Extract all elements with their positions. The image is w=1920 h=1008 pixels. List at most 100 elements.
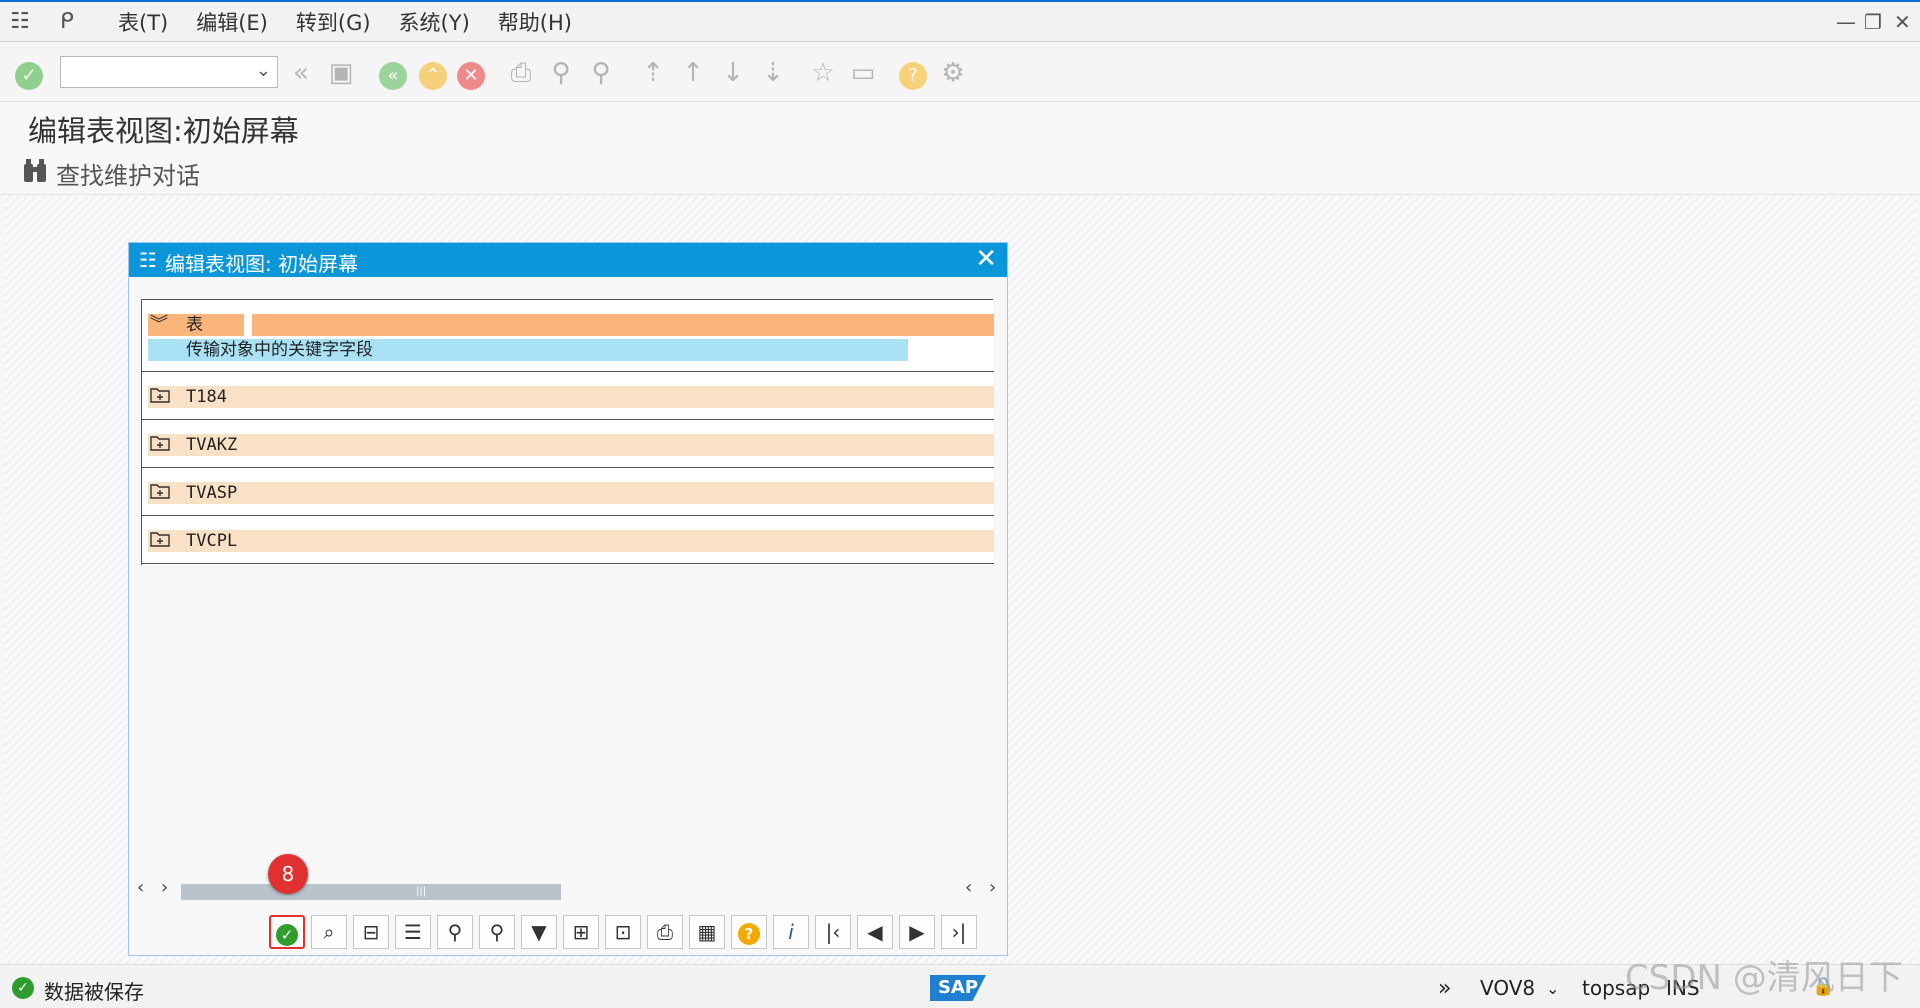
find-next-button[interactable]: ⚲ <box>479 915 515 949</box>
dialog-title: 编辑表视图: 初始屏幕 <box>165 252 359 276</box>
last-button[interactable]: ›| <box>941 915 977 949</box>
print-button[interactable]: ⎙ <box>647 915 683 949</box>
find-icon[interactable]: ⚲ <box>544 56 578 90</box>
tree-item-name: TVASP <box>186 483 238 503</box>
collapse-all-button[interactable]: ⊟ <box>353 915 389 949</box>
folder-plus-icon[interactable] <box>150 435 170 451</box>
magnifier-page-icon: ⌕ <box>323 920 335 944</box>
menu-edit[interactable]: 编辑(E) <box>196 7 268 37</box>
next-button[interactable]: ▶ <box>899 915 935 949</box>
enter-icon[interactable]: ✓ <box>12 56 46 90</box>
exit-icon[interactable]: ⌃ <box>416 56 450 90</box>
root-highlight-extension <box>252 314 994 336</box>
expand-all-button[interactable]: ☰ <box>395 915 431 949</box>
success-icon: ✓ <box>12 977 34 999</box>
collapse-subtree-button[interactable]: ⊡ <box>605 915 641 949</box>
previous-button[interactable]: ◀ <box>857 915 893 949</box>
tree-root-node[interactable]: ︾ 表 传输对象中的关键字字段 <box>142 300 994 372</box>
menu-goto[interactable]: 转到(G) <box>296 7 371 37</box>
object-tree: ︾ 表 传输对象中的关键字字段 T184 TVAKZ TVASP TVCPL <box>141 299 994 565</box>
print-icon[interactable]: ⎙ <box>504 56 538 90</box>
tree-item[interactable]: T184 <box>142 372 994 420</box>
first-page-icon[interactable]: ⇡ <box>636 56 670 90</box>
chevron-right-icon[interactable]: › <box>161 877 168 898</box>
tree-item-highlight <box>148 482 994 504</box>
step-badge: 8 <box>268 854 308 894</box>
save-icon[interactable]: ▣ <box>324 56 358 90</box>
folder-plus-icon[interactable] <box>150 531 170 547</box>
chevron-left-icon[interactable]: ‹ <box>965 877 972 898</box>
close-window-icon[interactable]: ✕ <box>1894 10 1911 34</box>
details-button[interactable]: ⌕ <box>311 915 347 949</box>
tree-root-label: 表 <box>186 315 203 335</box>
horizontal-scrollbar[interactable]: ‹ › ||| ‹ › <box>129 877 1007 901</box>
previous-icon: ◀ <box>867 920 883 944</box>
printer-icon: ⎙ <box>657 920 673 944</box>
find-button[interactable]: ⚲ <box>437 915 473 949</box>
close-icon[interactable]: ✕ <box>975 244 997 274</box>
previous-page-icon[interactable]: ↑ <box>676 56 710 90</box>
last-page-icon[interactable]: ⇣ <box>756 56 790 90</box>
info-button[interactable]: i <box>773 915 809 949</box>
cancel-icon[interactable]: ✕ <box>454 56 488 90</box>
gear-icon[interactable]: ⚙ <box>936 56 970 90</box>
binoculars-plus-icon: ⚲ <box>489 920 505 944</box>
menu-help[interactable]: 帮助(H) <box>498 7 572 37</box>
dialog-icon: ☷ <box>139 248 157 272</box>
folder-plus-icon[interactable] <box>150 387 170 403</box>
next-icon: ▶ <box>909 920 925 944</box>
tree-item-name: T184 <box>186 387 227 407</box>
back-icon[interactable]: « <box>376 56 410 90</box>
filter-button[interactable]: ▼ <box>521 915 557 949</box>
binoculars-icon: ⚲ <box>447 920 463 944</box>
application-toolbar: 查找维护对话 <box>0 148 1920 195</box>
tree-item[interactable]: TVCPL <box>142 516 994 564</box>
sap-logo: SAP <box>930 975 986 1001</box>
restore-icon[interactable]: ❐ <box>1864 10 1882 34</box>
expand-icon: ☰ <box>404 920 422 944</box>
help-icon[interactable]: ? <box>896 56 930 90</box>
status-message: 数据被保存 <box>44 980 144 1004</box>
menu-system[interactable]: 系统(Y) <box>399 7 470 37</box>
expand-status-icon[interactable]: » <box>1438 976 1451 1001</box>
command-field[interactable]: ⌄ <box>60 56 278 88</box>
next-page-icon[interactable]: ↓ <box>716 56 750 90</box>
collapse-icon: ⊟ <box>362 920 380 944</box>
system-menu-icon[interactable]: ᑭ <box>60 9 90 34</box>
continue-button[interactable]: ✓ <box>269 915 305 949</box>
tree-item[interactable]: TVAKZ <box>142 420 994 468</box>
folder-plus-icon[interactable] <box>150 483 170 499</box>
find-next-icon[interactable]: ⚲ <box>584 56 618 90</box>
menu-bar: ☷ ᑭ 表(T) 编辑(E) 转到(G) 系统(Y) 帮助(H) — ❐ ✕ <box>0 0 1920 42</box>
scrollbar-thumb[interactable]: ||| <box>181 884 561 900</box>
expand-subtree-button[interactable]: ⊞ <box>563 915 599 949</box>
collapse-left-icon[interactable]: « <box>284 56 318 90</box>
first-button[interactable]: |‹ <box>815 915 851 949</box>
table-button[interactable]: ▦ <box>689 915 725 949</box>
help-icon: ? <box>738 922 760 945</box>
info-icon: i <box>788 920 794 944</box>
checkmark-icon: ✓ <box>276 923 298 946</box>
last-page-icon: ›| <box>951 920 967 944</box>
help-button[interactable]: ? <box>731 915 767 949</box>
watermark: CSDN @清风日下 <box>1625 958 1903 998</box>
tree-item-highlight <box>148 386 994 408</box>
table-icon: ▦ <box>697 920 717 944</box>
tree-item[interactable]: TVASP <box>142 468 994 516</box>
shortcut-icon[interactable]: ▭ <box>846 56 880 90</box>
double-chevron-down-icon[interactable]: ︾ <box>150 314 168 336</box>
edit-table-view-dialog: ☷ 编辑表视图: 初始屏幕 ✕ ︾ 表 传输对象中的关键字字段 T184 TVA… <box>128 242 1008 956</box>
find-maintenance-dialog-button[interactable]: 查找维护对话 <box>56 156 200 191</box>
transaction-code[interactable]: VOV8 <box>1480 976 1535 1000</box>
chevron-down-icon[interactable]: ⌄ <box>1546 979 1559 998</box>
grip-icon: ||| <box>416 886 427 897</box>
chevron-right-icon[interactable]: › <box>989 877 996 898</box>
create-session-icon[interactable]: ☆ <box>806 56 840 90</box>
app-menu-icon[interactable]: ☷ <box>10 9 40 34</box>
chevron-left-icon[interactable]: ‹ <box>137 877 144 898</box>
chevron-down-icon[interactable]: ⌄ <box>256 60 271 81</box>
minimize-icon[interactable]: — <box>1836 10 1856 34</box>
title-bar: 编辑表视图:初始屏幕 <box>0 102 1920 149</box>
menu-table[interactable]: 表(T) <box>118 7 168 37</box>
binoculars-icon[interactable] <box>22 158 48 184</box>
